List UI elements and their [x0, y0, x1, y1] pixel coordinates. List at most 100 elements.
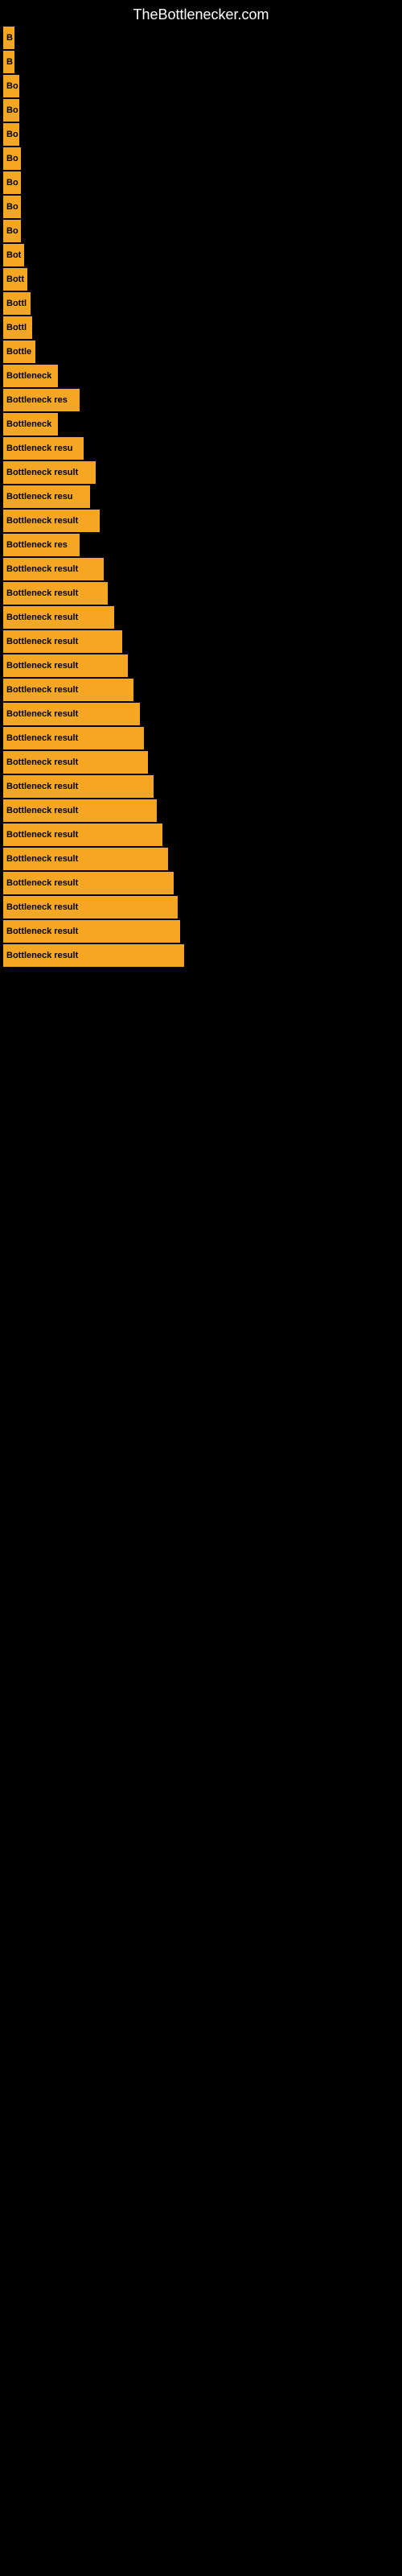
bar-item: Bottl — [3, 316, 32, 339]
bar-row: Bo — [0, 196, 402, 218]
bar-label: B — [6, 57, 13, 67]
bar-label: Bottleneck result — [6, 758, 78, 767]
bar-item: Bo — [3, 75, 19, 97]
bar-item: Bottleneck result — [3, 799, 157, 822]
bar-label: Bottleneck result — [6, 613, 78, 622]
bar-label: Bottleneck result — [6, 637, 78, 646]
bar-row: Bottleneck result — [0, 461, 402, 484]
bar-label: Bottleneck — [6, 419, 51, 429]
bar-item: Bottleneck result — [3, 751, 148, 774]
bar-label: Bottleneck resu — [6, 492, 73, 502]
bar-label: Bo — [6, 81, 18, 91]
bar-label: Bo — [6, 202, 18, 212]
bar-item: Bottleneck result — [3, 510, 100, 532]
bar-row: Bottleneck — [0, 413, 402, 436]
bar-label: Bottl — [6, 299, 27, 308]
bar-label: Bo — [6, 105, 18, 115]
bar-row: Bottleneck result — [0, 944, 402, 967]
bar-label: Bottleneck result — [6, 830, 78, 840]
bar-item: Bottleneck result — [3, 824, 162, 846]
bar-item: Bottleneck result — [3, 461, 96, 484]
bar-item: B — [3, 27, 14, 49]
bar-item: Bo — [3, 99, 19, 122]
bar-row: B — [0, 51, 402, 73]
bar-row: Bottleneck result — [0, 630, 402, 653]
bar-item: Bottleneck res — [3, 534, 80, 556]
bar-row: B — [0, 27, 402, 49]
bar-item: Bottleneck result — [3, 727, 144, 749]
bar-item: Bottleneck result — [3, 703, 140, 725]
bar-label: Bottleneck result — [6, 468, 78, 477]
bar-row: Bo — [0, 99, 402, 122]
bar-label: Bottleneck result — [6, 685, 78, 695]
bar-label: Bottleneck result — [6, 709, 78, 719]
bar-row: Bottleneck result — [0, 703, 402, 725]
bar-row: Bottleneck result — [0, 799, 402, 822]
bar-row: Bottleneck resu — [0, 485, 402, 508]
bar-item: Bottl — [3, 292, 31, 315]
bar-row: Bottleneck result — [0, 727, 402, 749]
bar-row: Bo — [0, 171, 402, 194]
bar-item: Bottleneck — [3, 365, 58, 387]
bar-item: Bottleneck result — [3, 775, 154, 798]
bar-row: Bo — [0, 123, 402, 146]
bar-label: Bo — [6, 154, 18, 163]
bar-row: Bottleneck result — [0, 848, 402, 870]
bar-label: Bottleneck result — [6, 854, 78, 864]
bar-row: Bottleneck result — [0, 606, 402, 629]
bar-row: Bottle — [0, 341, 402, 363]
bar-label: Bo — [6, 178, 18, 188]
bar-row: Bo — [0, 147, 402, 170]
bar-row: Bottleneck result — [0, 751, 402, 774]
site-title: TheBottlenecker.com — [0, 0, 402, 27]
bar-item: Bo — [3, 171, 21, 194]
bar-label: Bottleneck result — [6, 806, 78, 815]
bar-item: Bottleneck resu — [3, 485, 90, 508]
bar-row: Bottl — [0, 316, 402, 339]
bar-row: Bottleneck result — [0, 510, 402, 532]
bar-row: Bottleneck result — [0, 824, 402, 846]
bar-item: Bottleneck result — [3, 872, 174, 894]
bar-row: Bo — [0, 220, 402, 242]
bar-item: Bottleneck result — [3, 896, 178, 919]
bar-label: Bottleneck result — [6, 516, 78, 526]
bar-row: Bottleneck result — [0, 679, 402, 701]
bar-row: Bottleneck result — [0, 582, 402, 605]
bar-label: Bottleneck result — [6, 564, 78, 574]
bar-item: Bottleneck result — [3, 654, 128, 677]
bar-item: B — [3, 51, 14, 73]
bar-label: Bottleneck result — [6, 661, 78, 671]
bar-label: Bottle — [6, 347, 31, 357]
bar-item: Bottleneck result — [3, 630, 122, 653]
bar-item: Bottleneck result — [3, 944, 184, 967]
bar-item: Bo — [3, 123, 19, 146]
bar-row: Bottleneck result — [0, 654, 402, 677]
bar-label: Bo — [6, 130, 18, 139]
bar-item: Bottleneck result — [3, 920, 180, 943]
bar-row: Bottl — [0, 292, 402, 315]
bar-item: Bo — [3, 147, 21, 170]
bar-item: Bottleneck resu — [3, 437, 84, 460]
bar-row: Bot — [0, 244, 402, 266]
bar-row: Bottleneck resu — [0, 437, 402, 460]
bar-item: Bo — [3, 196, 21, 218]
bar-label: Bottleneck — [6, 371, 51, 381]
bar-label: Bottleneck resu — [6, 444, 73, 453]
bar-item: Bottle — [3, 341, 35, 363]
bar-row: Bottleneck result — [0, 896, 402, 919]
bar-label: Bottleneck result — [6, 733, 78, 743]
bar-label: Bottleneck res — [6, 540, 68, 550]
bar-label: Bottleneck result — [6, 927, 78, 936]
bar-row: Bottleneck res — [0, 389, 402, 411]
bar-row: Bottleneck result — [0, 558, 402, 580]
bar-row: Bottleneck result — [0, 775, 402, 798]
bar-label: Bottleneck res — [6, 395, 68, 405]
bar-item: Bot — [3, 244, 24, 266]
bar-item: Bo — [3, 220, 21, 242]
bar-label: Bottl — [6, 323, 27, 332]
bar-row: Bottleneck result — [0, 920, 402, 943]
bar-item: Bottleneck result — [3, 582, 108, 605]
bar-label: Bottleneck result — [6, 782, 78, 791]
bar-row: Bott — [0, 268, 402, 291]
bar-label: Bo — [6, 226, 18, 236]
